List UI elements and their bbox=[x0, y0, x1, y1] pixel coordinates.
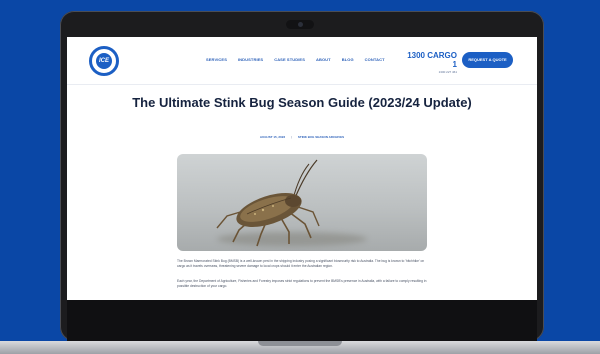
laptop-base-notch bbox=[258, 341, 342, 346]
article-paragraph-1: The Brown Marmorated Stink Bug (BMSB) is… bbox=[177, 259, 425, 268]
ice-logo-icon[interactable]: ICE bbox=[89, 46, 119, 76]
site-header: ICE SERVICES INDUSTRIES CASE STUDIES ABO… bbox=[67, 37, 537, 85]
main-nav: SERVICES INDUSTRIES CASE STUDIES ABOUT B… bbox=[206, 57, 385, 62]
meta-separator: | bbox=[291, 135, 292, 139]
webcam-lens bbox=[298, 22, 303, 27]
article-category-link[interactable]: STINK BUG SEASON ARCHIVES bbox=[298, 135, 344, 139]
nav-item-case-studies[interactable]: CASE STUDIES bbox=[274, 57, 305, 62]
article-paragraph-2: Each year, the Department of Agriculture… bbox=[177, 279, 427, 288]
article-title: The Ultimate Stink Bug Season Guide (202… bbox=[132, 95, 472, 110]
nav-item-industries[interactable]: INDUSTRIES bbox=[238, 57, 263, 62]
phone-block[interactable]: 1300 CARGO 1 1300 227 461 bbox=[405, 51, 457, 74]
nav-item-services[interactable]: SERVICES bbox=[206, 57, 227, 62]
logo-text: ICE bbox=[96, 53, 112, 69]
nav-item-contact[interactable]: CONTACT bbox=[365, 57, 385, 62]
stink-bug-image bbox=[177, 154, 427, 251]
stink-bug-illustration bbox=[216, 159, 320, 247]
article-date: AUGUST 15, 2023 bbox=[259, 135, 286, 139]
article-meta: AUGUST 15, 2023 | STINK BUG SEASON ARCHI… bbox=[67, 135, 537, 139]
screen-bottom-bezel bbox=[67, 300, 537, 341]
nav-item-about[interactable]: ABOUT bbox=[316, 57, 331, 62]
laptop-screen: ICE SERVICES INDUSTRIES CASE STUDIES ABO… bbox=[67, 37, 537, 300]
request-quote-button[interactable]: REQUEST A QUOTE bbox=[462, 52, 513, 68]
nav-item-blog[interactable]: BLOG bbox=[342, 57, 354, 62]
phone-number-digits: 1300 227 461 bbox=[438, 70, 457, 74]
phone-number[interactable]: 1300 CARGO 1 bbox=[405, 51, 457, 69]
